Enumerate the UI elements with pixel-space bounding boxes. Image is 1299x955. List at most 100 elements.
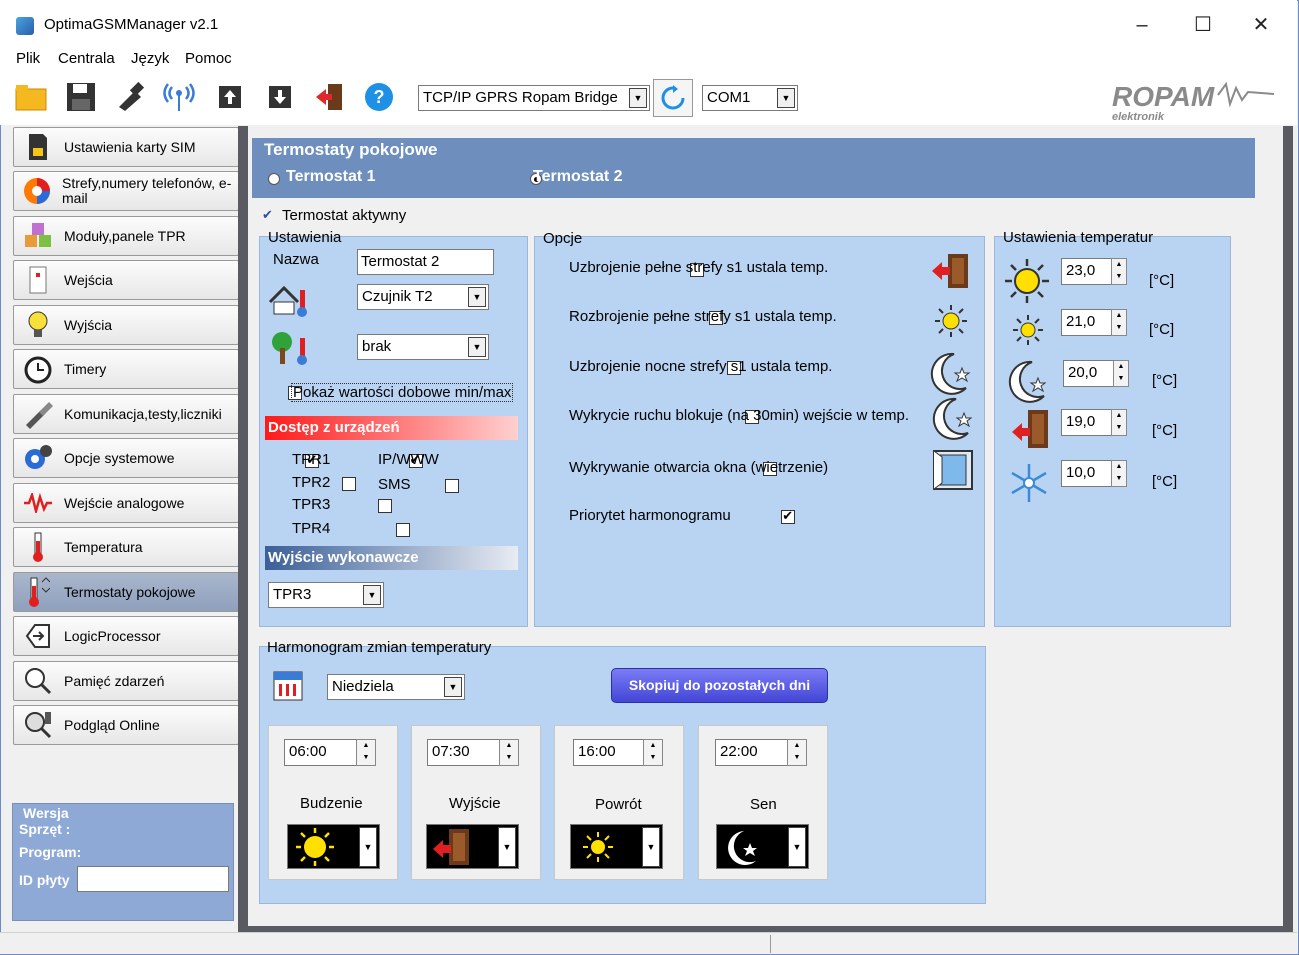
temp-input-2[interactable]: 21,0 [1061,309,1117,336]
slot-icon-select-wake[interactable]: ▼ [287,824,380,869]
connection-select[interactable]: TCP/IP GPRS Ropam Bridge ▼ [418,85,650,111]
show-minmax-label: Pokaż wartości dobowe min/max [291,383,514,402]
sidebar-item-logicprocessor[interactable]: LogicProcessor [13,616,239,656]
slot-icon-select-sleep[interactable]: ▼ [716,824,809,869]
close-button[interactable]: ✕ [1238,8,1284,42]
moon-icon [926,350,972,400]
sms-checkbox[interactable] [444,479,459,493]
thermostat-icon [22,576,54,608]
day-select[interactable]: Niedziela ▼ [327,674,465,700]
temp-spinner-3[interactable]: ▲ ▼ [1113,360,1129,387]
menu-plik[interactable]: Plik [16,50,40,67]
refresh-button[interactable] [653,79,693,117]
slot-icon-select-leave[interactable]: ▼ [426,824,519,869]
output-select[interactable]: TPR3 ▼ [268,582,384,608]
calendar-icon [272,666,304,706]
tree-thermometer-icon [268,330,310,370]
sidebar-item-outputs[interactable]: Wyjścia [13,305,239,345]
menu-centrala[interactable]: Centrala [58,50,115,67]
slot-spinner-leave[interactable]: ▲ ▼ [499,739,519,766]
chevron-down-icon: ▼ [788,827,806,867]
exit-door-icon [433,829,469,865]
tpr2-checkbox[interactable] [341,477,356,491]
sensor2-select[interactable]: brak ▼ [357,334,489,360]
slot-spinner-return[interactable]: ▲ ▼ [643,739,663,766]
version-panel: Wersja Sprzęt : Program: ID płyty [12,803,234,921]
sidebar-item-events[interactable]: Pamięć zdarzeń [13,661,239,701]
maximize-button[interactable]: ☐ [1180,8,1226,42]
temp-spinner-1[interactable]: ▲ ▼ [1111,258,1127,285]
menu-jezyk[interactable]: Język [131,50,169,67]
sidebar-item-temperature[interactable]: Temperatura [13,527,239,567]
chevron-down-icon: ▼ [642,827,660,867]
slot-time-leave[interactable]: 07:30 [427,739,503,766]
download-chip-icon[interactable] [263,80,297,114]
menu-pomoc[interactable]: Pomoc [185,50,232,67]
sidebar-item-online[interactable]: Podgląd Online [13,705,239,745]
option-checkbox-6[interactable] [781,508,796,524]
schedule-title: Harmonogram zmian temperatury [267,639,492,656]
chevron-down-icon: ▼ [777,88,795,108]
chevron-down-icon: ▼ [359,827,377,867]
tpr1-label: TPR1 [292,451,331,468]
tpr4-checkbox[interactable] [396,523,411,537]
temp-input-4[interactable]: 19,0 [1061,409,1117,436]
gear-icon [22,442,54,474]
radio-thermostat-1[interactable] [268,173,280,185]
ipwww-label: IP/WWW [378,451,439,468]
temp-input-5[interactable]: 10,0 [1061,460,1117,487]
sidebar-item-zones[interactable]: Strefy,numery telefonów, e-mail [13,171,239,211]
slot-time-wake[interactable]: 06:00 [284,739,360,766]
slot-label-leave: Wyjście [449,795,501,812]
tpr3-checkbox[interactable] [378,499,393,513]
name-input[interactable]: Termostat 2 [357,249,494,275]
help-icon[interactable]: ? [362,80,396,114]
slot-icon-select-return[interactable]: ▼ [570,824,663,869]
chevron-down-icon: ▼ [468,337,486,357]
sidebar-item-analog[interactable]: Wejście analogowe [13,483,239,523]
exit-door-icon[interactable] [313,80,347,114]
temp-spinner-4[interactable]: ▲ ▼ [1111,409,1127,436]
program-label: Program: [19,844,82,860]
window-title: OptimaGSMManager v2.1 [44,16,219,33]
sidebar-item-communication[interactable]: Komunikacja,testy,liczniki [13,394,239,434]
sidebar-item-sim[interactable]: Ustawienia karty SIM [13,127,239,167]
option-label-3: Uzbrojenie nocne strefy s1 ustala temp. [569,358,833,375]
thermostat-1-label: Termostat 1 [286,168,376,185]
settings-title: Ustawienia [268,229,342,246]
sim-card-icon [22,131,54,163]
temp-input-1[interactable]: 23,0 [1061,258,1117,285]
sidebar-item-inputs[interactable]: Wejścia [13,260,239,300]
window-icon [932,449,974,495]
temp-input-3[interactable]: 20,0 [1063,360,1119,387]
port-select[interactable]: COM1 ▼ [702,85,798,111]
slot-time-sleep[interactable]: 22:00 [715,739,791,766]
sidebar-item-system[interactable]: Opcje systemowe [13,438,239,478]
antenna-icon[interactable] [162,80,196,114]
board-id-field[interactable] [77,866,229,892]
slot-time-return[interactable]: 16:00 [573,739,649,766]
copy-to-all-days-button[interactable]: Skopiuj do pozostałych dni [611,668,828,703]
temps-title: Ustawienia temperatur [1003,229,1154,246]
slot-spinner-sleep[interactable]: ▲ ▼ [787,739,807,766]
exit-door-icon [930,252,970,294]
open-folder-icon[interactable] [14,80,48,114]
sensor-select[interactable]: Czujnik T2 ▼ [357,284,489,310]
upload-chip-icon[interactable] [213,80,247,114]
save-icon[interactable] [64,80,98,114]
thermostat-active-checkbox[interactable] [262,207,274,223]
big-sun-icon [296,828,334,866]
sidebar-item-timers[interactable]: Timery [13,349,239,389]
tpr4-label: TPR4 [292,520,331,537]
temp-spinner-2[interactable]: ▲ ▼ [1111,309,1127,336]
output-header: Wyjście wykonawcze [265,546,518,570]
tools-icon[interactable] [114,80,148,114]
temp-spinner-5[interactable]: ▲ ▼ [1111,460,1127,487]
sidebar-item-thermostats[interactable]: Termostaty pokojowe [13,572,239,612]
sun-icon [583,832,613,862]
slot-spinner-wake[interactable]: ▲ ▼ [356,739,376,766]
big-sun-icon [1004,258,1050,308]
minimize-button[interactable]: – [1119,8,1165,42]
option-label-6: Priorytet harmonogramu [569,507,731,524]
sidebar-item-modules[interactable]: Moduły,panele TPR [13,216,239,256]
